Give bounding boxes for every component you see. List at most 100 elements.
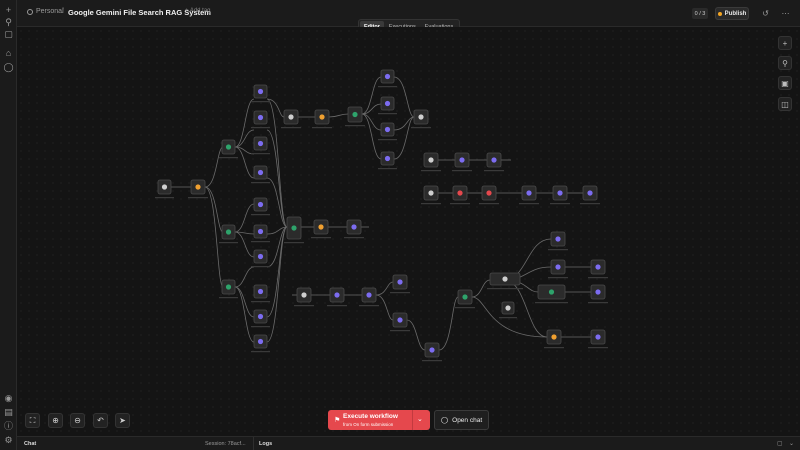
workflow-node[interactable] bbox=[219, 139, 238, 159]
node-caption bbox=[519, 203, 539, 205]
workflow-node[interactable] bbox=[219, 224, 238, 244]
breadcrumb[interactable]: Personal bbox=[27, 8, 64, 15]
workflow-node[interactable] bbox=[588, 259, 608, 279]
home-icon[interactable]: ⌂ bbox=[3, 48, 14, 59]
node-caption bbox=[219, 242, 238, 244]
workflow-node[interactable] bbox=[312, 109, 332, 129]
node-icon bbox=[595, 289, 601, 295]
workflow-node[interactable] bbox=[450, 185, 470, 205]
workflow-node[interactable] bbox=[544, 329, 564, 349]
node-caption bbox=[411, 127, 431, 129]
open-chat-button[interactable]: ◯ Open chat bbox=[434, 410, 489, 430]
chat-panel-label[interactable]: Chat bbox=[24, 441, 36, 447]
workflow-node[interactable] bbox=[251, 136, 270, 155]
workflow-node[interactable] bbox=[484, 152, 504, 172]
node-caption bbox=[251, 266, 270, 268]
workflow-node[interactable] bbox=[251, 197, 270, 216]
workflow-node[interactable] bbox=[455, 289, 475, 309]
workflow-node[interactable] bbox=[219, 279, 238, 299]
workflow-node[interactable] bbox=[390, 312, 410, 332]
workflow-node[interactable] bbox=[588, 284, 608, 304]
workflow-node[interactable] bbox=[344, 219, 364, 239]
workflow-node[interactable] bbox=[284, 216, 304, 244]
workflow-canvas[interactable]: .c { fill: none; stroke: #6b6b6b; stroke… bbox=[17, 27, 800, 436]
chevron-down-icon[interactable]: ⌄ bbox=[417, 415, 423, 423]
node-icon bbox=[557, 190, 563, 196]
workflow-node[interactable] bbox=[311, 219, 331, 239]
workflow-node[interactable] bbox=[378, 96, 397, 115]
node-caption bbox=[311, 237, 331, 239]
workflow-node[interactable] bbox=[535, 284, 568, 304]
panel-icon[interactable]: ▢ bbox=[3, 29, 14, 40]
fit-view-icon[interactable]: ⛶ bbox=[25, 413, 40, 428]
workflow-node[interactable] bbox=[251, 309, 270, 328]
more-options-icon[interactable]: ⋯ bbox=[781, 9, 790, 18]
plus-icon[interactable]: + bbox=[3, 5, 14, 16]
workflow-node[interactable] bbox=[251, 110, 270, 129]
workflow-node[interactable] bbox=[251, 84, 270, 103]
workflow-node[interactable] bbox=[251, 249, 270, 268]
workflow-node[interactable] bbox=[422, 342, 442, 362]
workflow-node[interactable] bbox=[548, 259, 568, 279]
workflow-node[interactable] bbox=[155, 179, 174, 199]
workflow-node[interactable] bbox=[251, 334, 270, 353]
workflow-node[interactable] bbox=[378, 151, 397, 170]
workflow-node[interactable] bbox=[548, 231, 568, 251]
copy-icon[interactable]: ▢ bbox=[777, 440, 783, 447]
workflow-node[interactable] bbox=[499, 301, 517, 319]
chat-icon[interactable]: ◯ bbox=[3, 62, 14, 73]
workflow-node[interactable] bbox=[479, 185, 499, 205]
workflow-node[interactable] bbox=[281, 109, 301, 129]
workflow-node[interactable] bbox=[452, 152, 472, 172]
workflow-node[interactable] bbox=[251, 284, 270, 303]
node-icon bbox=[397, 279, 403, 285]
node-caption bbox=[421, 203, 441, 205]
publish-button[interactable]: Publish bbox=[715, 7, 749, 20]
zoom-in-icon[interactable]: ⊕ bbox=[48, 413, 63, 428]
workflow-node[interactable] bbox=[327, 287, 347, 307]
workflow-node[interactable] bbox=[550, 185, 570, 205]
workflow-node[interactable] bbox=[411, 109, 431, 129]
history-icon[interactable]: ↺ bbox=[761, 9, 770, 18]
workflow-node[interactable] bbox=[294, 287, 314, 307]
workflow-node[interactable] bbox=[588, 329, 608, 349]
node-icon bbox=[526, 190, 532, 196]
bottom-panel-bar: Chat Session: 78acf... Logs ▢ ⌄ bbox=[17, 436, 800, 450]
workflow-node[interactable] bbox=[487, 272, 523, 290]
chevron-down-icon[interactable]: ⌄ bbox=[789, 440, 794, 447]
node-caption bbox=[390, 292, 410, 294]
settings-icon[interactable]: ⚙ bbox=[3, 435, 14, 446]
node-icon bbox=[319, 114, 325, 120]
workflow-node[interactable] bbox=[378, 69, 397, 88]
node-icon bbox=[397, 317, 403, 323]
canvas-search-icon[interactable]: ⚲ bbox=[778, 56, 792, 70]
workflow-node[interactable] bbox=[359, 287, 379, 307]
workflow-node[interactable] bbox=[519, 185, 539, 205]
node-caption bbox=[251, 101, 270, 103]
logs-panel-label[interactable]: Logs bbox=[259, 441, 272, 447]
zoom-in-plus-icon[interactable]: + bbox=[778, 36, 792, 50]
execute-workflow-button[interactable]: ⚑ Execute workflow from On form submissi… bbox=[328, 410, 430, 430]
workflow-node[interactable] bbox=[580, 185, 600, 205]
add-tag-button[interactable]: + Add tag bbox=[185, 8, 211, 14]
workflow-node[interactable] bbox=[188, 179, 208, 199]
workflow-node[interactable] bbox=[421, 152, 441, 172]
zoom-out-icon[interactable]: ⊖ bbox=[70, 413, 85, 428]
panel-toggle-icon[interactable]: ◫ bbox=[778, 97, 792, 111]
info-icon[interactable]: ⓘ bbox=[3, 421, 14, 432]
node-icon bbox=[587, 190, 593, 196]
workflow-node[interactable] bbox=[421, 185, 441, 205]
sticky-note-icon[interactable]: ▣ bbox=[778, 76, 792, 90]
node-caption bbox=[281, 127, 301, 129]
workflow-node[interactable] bbox=[251, 224, 270, 243]
workflow-node[interactable] bbox=[345, 106, 365, 127]
workflow-node[interactable] bbox=[251, 165, 270, 184]
workflow-node[interactable] bbox=[390, 274, 410, 294]
search-icon[interactable]: ⚲ bbox=[3, 17, 14, 28]
stats-icon[interactable]: ▤ bbox=[3, 407, 14, 418]
session-id: Session: 78acf... bbox=[205, 440, 246, 447]
workflow-node[interactable] bbox=[378, 122, 397, 141]
undo-icon[interactable]: ↶ bbox=[93, 413, 108, 428]
help-icon[interactable]: ◉ bbox=[3, 393, 14, 404]
pointer-icon[interactable]: ➤ bbox=[115, 413, 130, 428]
